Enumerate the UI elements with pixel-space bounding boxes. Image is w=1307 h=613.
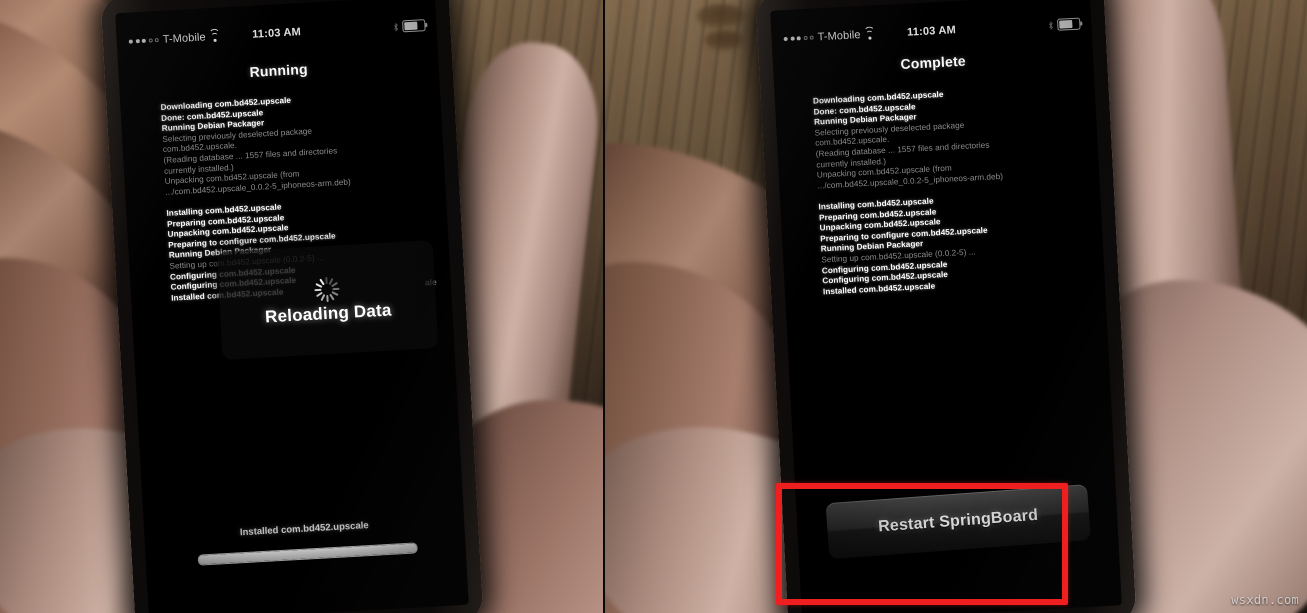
status-bar: T-Mobile 11:03 AM [116,14,437,54]
status-bar-right [1048,13,1081,37]
battery-icon [1057,17,1081,31]
panel-left-running: T-Mobile 11:03 AM Running Downloading co… [0,0,603,613]
clock-label: 11:03 AM [906,24,957,39]
page-title: Running [249,60,309,80]
status-bar: T-Mobile 11:03 AM [771,12,1092,51]
log-lines: Downloading com.bd452.upscale Done: com.b… [775,82,1105,300]
reloading-data-overlay: Reloading Data [216,240,439,360]
clock-label: 11:03 AM [251,26,302,41]
phone-device: T-Mobile 11:03 AM Running Downloading co… [100,0,484,613]
bluetooth-icon [1048,20,1053,30]
bluetooth-icon [394,22,399,32]
activity-spinner-icon [313,275,340,302]
install-progress-bar [197,542,418,566]
panel-right-complete: T-Mobile 11:03 AM Complete Downloading c… [604,0,1307,613]
red-annotation-box [776,483,1068,605]
screenshot-stage: T-Mobile 11:03 AM Running Downloading co… [0,0,1307,613]
overlay-label: Reloading Data [264,300,393,327]
page-title: Complete [900,52,967,73]
panel-divider [603,0,605,613]
battery-icon [402,19,426,33]
bottom-status-label: Installed com.bd452.upscale [239,520,369,539]
install-log-right: Downloading com.bd452.upscale Done: com.b… [775,82,1105,300]
phone-screen: T-Mobile 11:03 AM Running Downloading co… [115,0,469,613]
watermark: wsxdn.com [1231,593,1299,607]
status-bar-right [393,14,426,38]
